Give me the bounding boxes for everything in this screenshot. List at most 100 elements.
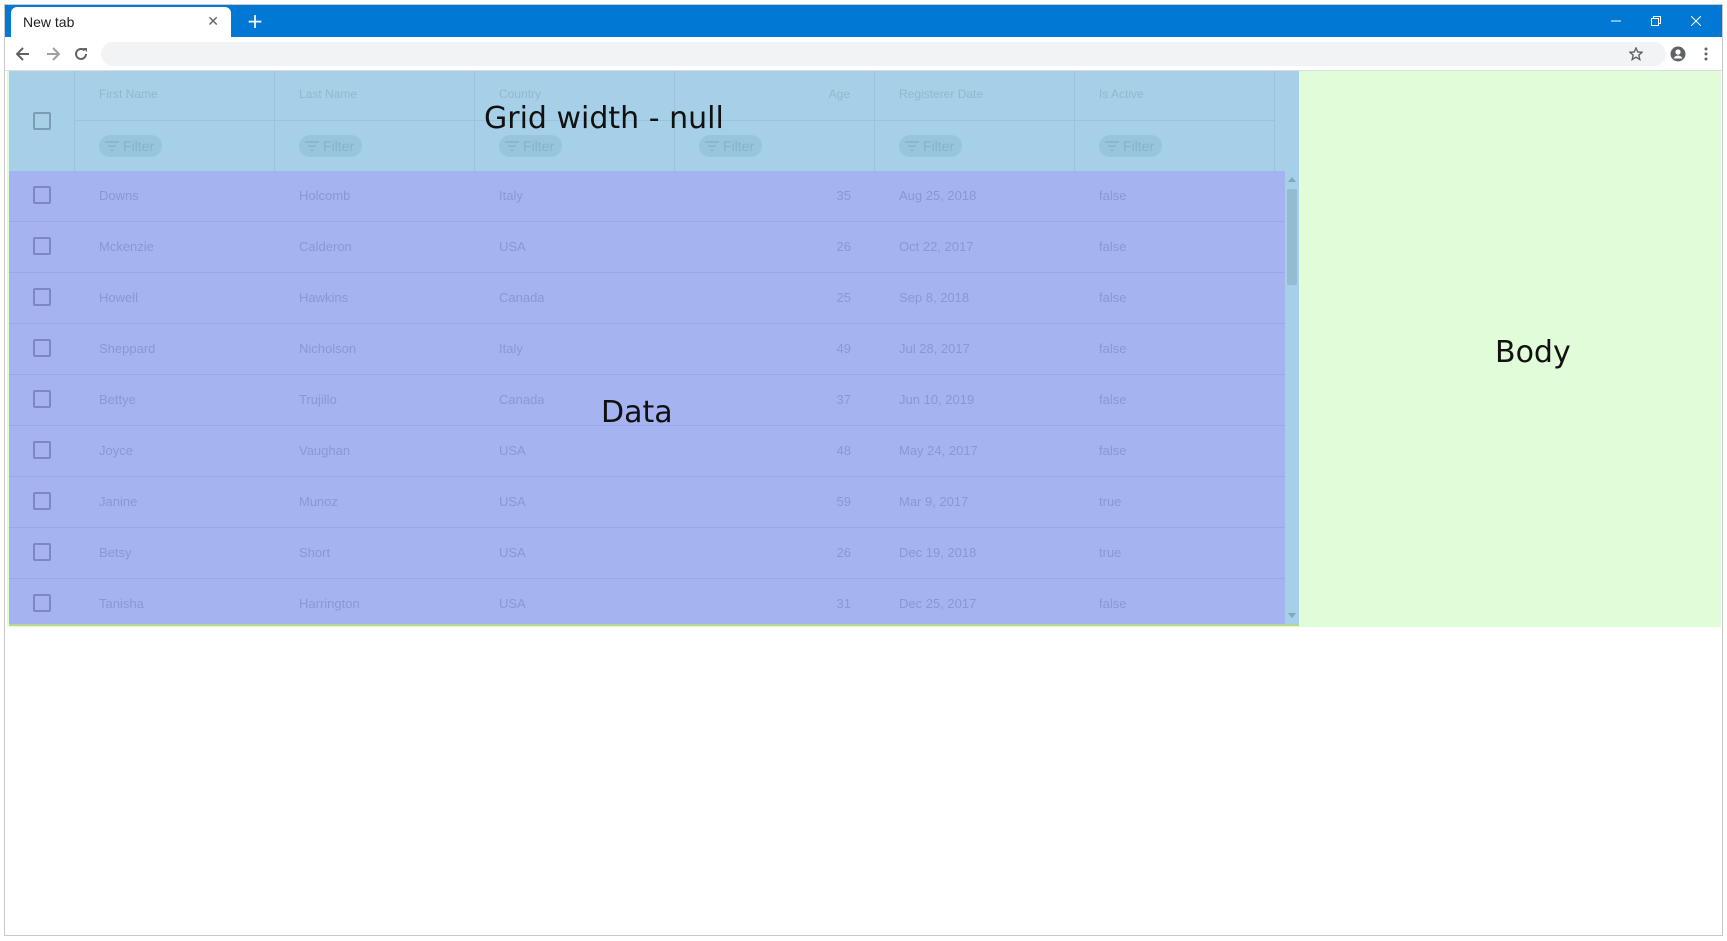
cell-first: Janine <box>99 494 138 509</box>
table-row[interactable]: Betsy Short USA 26 Dec 19, 2018 true <box>9 528 1285 579</box>
cell-active: false <box>1099 443 1127 458</box>
column-title: Age <box>828 87 850 101</box>
cell-last: Short <box>299 545 331 560</box>
filter-label: Filter <box>323 138 355 154</box>
row-checkbox[interactable] <box>33 390 51 408</box>
tab-new-tab[interactable]: New tab ✕ <box>11 7 231 37</box>
cell-country: Italy <box>499 341 523 356</box>
row-checkbox[interactable] <box>33 543 51 561</box>
filter-button[interactable]: Filter <box>699 135 763 157</box>
close-icon[interactable]: ✕ <box>207 14 219 30</box>
cell-active: false <box>1099 596 1127 611</box>
cell-last: Hawkins <box>299 290 349 305</box>
table-row[interactable]: Sheppard Nicholson Italy 49 Jul 28, 2017 fals… <box>9 324 1285 375</box>
scrollbar-thumb[interactable] <box>1287 189 1297 285</box>
cell-last: Calderon <box>299 239 352 254</box>
cell-date: Sep 8, 2018 <box>899 290 970 305</box>
cell-country: Canada <box>499 392 545 407</box>
more-menu-icon[interactable] <box>1694 42 1718 66</box>
filter-label: Filter <box>123 138 155 154</box>
cell-last: Munoz <box>299 494 339 509</box>
table-row[interactable]: Janine Munoz USA 59 Mar 9, 2017 true <box>9 477 1285 528</box>
bookmark-star-icon[interactable] <box>1624 42 1648 66</box>
filter-icon <box>705 141 719 151</box>
restore-icon[interactable] <box>1636 5 1676 37</box>
column-title: First Name <box>99 87 158 101</box>
table-row[interactable]: Tanisha Harrington USA 31 Dec 25, 2017 false <box>9 579 1285 624</box>
filter-button[interactable]: Filter <box>299 135 363 157</box>
column-header-last[interactable]: Last Name Filter <box>275 71 475 171</box>
cell-first: Mckenzie <box>99 239 154 254</box>
reload-icon[interactable] <box>69 42 93 66</box>
data-label: Data <box>601 395 673 430</box>
minimize-icon[interactable] <box>1596 5 1636 37</box>
select-all-checkbox[interactable] <box>33 112 51 130</box>
cell-age: 31 <box>836 596 851 611</box>
column-title: Last Name <box>299 87 358 101</box>
header-checkbox-cell <box>9 71 75 171</box>
body-label: Body <box>1495 335 1571 370</box>
cell-age: 37 <box>836 392 851 407</box>
filter-icon <box>505 141 519 151</box>
cell-last: Vaughan <box>299 443 351 458</box>
cell-date: Oct 22, 2017 <box>899 239 974 254</box>
cell-last: Trujillo <box>299 392 337 407</box>
cell-age: 25 <box>836 290 851 305</box>
table-row[interactable]: Howell Hawkins Canada 25 Sep 8, 2018 false <box>9 273 1285 324</box>
row-checkbox[interactable] <box>33 186 51 204</box>
cell-first: Sheppard <box>99 341 156 356</box>
cell-first: Betsy <box>99 545 132 560</box>
cell-date: Jun 10, 2019 <box>899 392 975 407</box>
cell-country: Canada <box>499 290 545 305</box>
cell-date: May 24, 2017 <box>899 443 978 458</box>
filter-button[interactable]: Filter <box>499 135 563 157</box>
cell-country: USA <box>499 494 526 509</box>
plus-icon[interactable]: + <box>243 9 267 33</box>
address-bar[interactable] <box>101 42 1666 66</box>
filter-button[interactable]: Filter <box>899 135 963 157</box>
filter-row-cell: Filter <box>875 120 1074 172</box>
column-title: Country <box>499 87 542 101</box>
close-icon[interactable] <box>1676 5 1716 37</box>
cell-age: 59 <box>836 494 851 509</box>
cell-country: Italy <box>499 188 523 203</box>
grid-width-label: Grid width - null <box>484 101 724 136</box>
row-checkbox[interactable] <box>33 492 51 510</box>
cell-age: 48 <box>836 443 851 458</box>
profile-icon[interactable] <box>1666 42 1690 66</box>
table-row[interactable]: Joyce Vaughan USA 48 May 24, 2017 false <box>9 426 1285 477</box>
browser-window: New tab ✕ + Body First Name Filter Last … <box>4 4 1723 936</box>
cell-last: Nicholson <box>299 341 357 356</box>
filter-button[interactable]: Filter <box>99 135 163 157</box>
row-checkbox[interactable] <box>33 237 51 255</box>
cell-date: Mar 9, 2017 <box>899 494 969 509</box>
window-controls <box>1596 5 1716 37</box>
cell-date: Aug 25, 2018 <box>899 188 977 203</box>
page-content: Body First Name Filter Last Name Filter Coun… <box>5 71 1722 935</box>
vertical-scrollbar[interactable] <box>1285 171 1299 624</box>
filter-label: Filter <box>1123 138 1155 154</box>
column-header-active[interactable]: Is Active Filter <box>1075 71 1275 171</box>
forward-icon[interactable] <box>41 42 65 66</box>
scroll-up-arrow-icon[interactable] <box>1288 177 1296 182</box>
row-checkbox[interactable] <box>33 441 51 459</box>
row-checkbox[interactable] <box>33 288 51 306</box>
row-checkbox[interactable] <box>33 339 51 357</box>
browser-toolbar <box>5 37 1722 71</box>
column-header-first[interactable]: First Name Filter <box>75 71 275 171</box>
cell-active: false <box>1099 239 1127 254</box>
table-row[interactable]: Downs Holcomb Italy 35 Aug 25, 2018 false <box>9 171 1285 222</box>
cell-age: 49 <box>836 341 851 356</box>
column-title: Is Active <box>1099 87 1144 101</box>
scroll-down-arrow-icon[interactable] <box>1288 613 1296 618</box>
row-checkbox[interactable] <box>33 594 51 612</box>
filter-row-cell: Filter <box>75 120 274 172</box>
cell-first: Bettye <box>99 392 136 407</box>
back-icon[interactable] <box>11 42 35 66</box>
data-grid: First Name Filter Last Name Filter Country Fi… <box>9 71 1299 626</box>
filter-button[interactable]: Filter <box>1099 135 1163 157</box>
column-header-date[interactable]: Registerer Date Filter <box>875 71 1075 171</box>
filter-label: Filter <box>923 138 955 154</box>
cell-last: Holcomb <box>299 188 351 203</box>
table-row[interactable]: Mckenzie Calderon USA 26 Oct 22, 2017 false <box>9 222 1285 273</box>
